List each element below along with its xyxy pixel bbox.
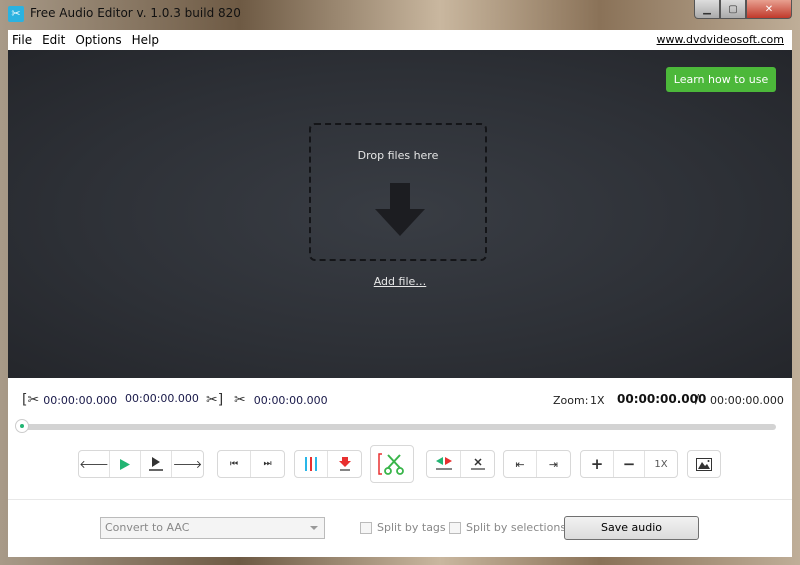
- move-selection-icon: [435, 457, 452, 470]
- minimize-button[interactable]: ▁: [694, 0, 720, 19]
- zoom-out-icon: −: [622, 455, 636, 473]
- split-by-tags-option[interactable]: Split by tags: [360, 521, 446, 534]
- delete-selection-icon: [470, 458, 485, 470]
- cut-button[interactable]: [370, 445, 414, 483]
- zoom-reset-label: 1X: [654, 458, 668, 470]
- selection-start: [✂ 00:00:00.000: [22, 392, 117, 408]
- zoom-in-icon: +: [590, 455, 604, 473]
- window-frame: ✂ Free Audio Editor v. 1.0.3 build 820 ▁…: [0, 0, 800, 565]
- title-bar: ✂ Free Audio Editor v. 1.0.3 build 820 ▁…: [0, 0, 800, 28]
- zoom-group: + − 1X: [580, 450, 678, 478]
- split-by-tags-checkbox[interactable]: [360, 521, 372, 534]
- learn-how-to-use-button[interactable]: Learn how to use: [666, 67, 776, 92]
- down-arrow-icon: [375, 183, 425, 236]
- close-button[interactable]: ✕: [746, 0, 792, 19]
- go-to-selection-start-button[interactable]: ⇤: [504, 451, 537, 477]
- zoom-label: Zoom:: [553, 394, 589, 407]
- selection-start-icon: [✂: [22, 392, 40, 408]
- zoom-reset-button[interactable]: 1X: [645, 451, 677, 477]
- skip-to-start-button[interactable]: ⏮: [218, 451, 251, 477]
- split-by-selections-label: Split by selections: [466, 521, 567, 534]
- app-client: File Edit Options Help www.dvdvideosoft.…: [8, 30, 792, 557]
- drop-workspace: Learn how to use Drop files here Add fil…: [8, 50, 792, 378]
- split-by-selections-option[interactable]: Split by selections: [449, 521, 566, 534]
- delete-selection-button[interactable]: [461, 451, 494, 477]
- zoom-in-button[interactable]: +: [581, 451, 614, 477]
- selection-end-marker: ✂]: [206, 392, 223, 408]
- play-selection-icon: [149, 457, 163, 471]
- playback-group: 🡐 🡒: [78, 450, 204, 478]
- go-to-selection-end-icon: ⇥: [548, 457, 559, 471]
- save-audio-button[interactable]: Save audio: [564, 516, 699, 540]
- scissors-icon: ✂: [8, 6, 24, 22]
- split-by-tags-label: Split by tags: [377, 521, 446, 534]
- output-format-value: Convert to AAC: [105, 521, 190, 534]
- chevron-down-icon: [310, 526, 318, 530]
- selection-length: ✂ 00:00:00.000: [234, 392, 328, 408]
- selection-end-time: 00:00:00.000: [125, 392, 199, 405]
- footer-divider: [8, 499, 792, 500]
- position-slider[interactable]: [20, 424, 776, 430]
- edit-group: [426, 450, 495, 478]
- add-file-link[interactable]: Add file…: [8, 275, 792, 288]
- move-selection-button[interactable]: [427, 451, 461, 477]
- selection-bounds-group: ⇤ ⇥: [503, 450, 571, 478]
- drop-files-label: Drop files here: [357, 149, 439, 162]
- selection-end: 00:00:00.000: [125, 392, 199, 405]
- insert-marker-button[interactable]: [328, 451, 361, 477]
- go-to-selection-start-icon: ⇤: [515, 457, 525, 471]
- go-to-selection-end-button[interactable]: ⇥: [537, 451, 570, 477]
- navigation-group: ⏮ ⏭: [217, 450, 285, 478]
- website-link[interactable]: www.dvdvideosoft.com: [657, 33, 784, 46]
- image-button[interactable]: [688, 451, 720, 477]
- timeline-panel: [✂ 00:00:00.000 00:00:00.000 ✂] ✂ 00:00:…: [8, 378, 792, 557]
- zoom-value: 1X: [590, 394, 605, 407]
- forward-button[interactable]: 🡒: [172, 451, 203, 477]
- markers-group: [294, 450, 362, 478]
- maximize-icon: ▢: [728, 3, 738, 15]
- play-button[interactable]: [110, 451, 141, 477]
- skip-to-end-button[interactable]: ⏭: [251, 451, 284, 477]
- split-markers-button[interactable]: [295, 451, 328, 477]
- selection-length-icon: ✂: [234, 392, 246, 408]
- close-icon: ✕: [764, 3, 774, 15]
- image-group: [687, 450, 721, 478]
- back-icon: 🡐: [79, 458, 109, 471]
- drop-zone[interactable]: Drop files here: [309, 123, 487, 261]
- insert-marker-icon: [338, 457, 351, 471]
- window-title: Free Audio Editor v. 1.0.3 build 820: [30, 6, 241, 20]
- maximize-button[interactable]: ▢: [720, 0, 746, 19]
- play-icon: [120, 458, 130, 470]
- cut-icon: [378, 453, 404, 475]
- skip-to-end-icon: ⏭: [263, 459, 272, 469]
- menu-options[interactable]: Options: [70, 33, 126, 47]
- window-controls: ▁ ▢ ✕: [694, 0, 792, 20]
- forward-icon: 🡒: [172, 458, 203, 471]
- menu-file[interactable]: File: [8, 33, 37, 47]
- time-separator: /: [695, 392, 700, 406]
- split-markers-icon: [305, 457, 317, 471]
- zoom-out-button[interactable]: −: [614, 451, 645, 477]
- menu-edit[interactable]: Edit: [37, 33, 70, 47]
- current-time: 00:00:00.000: [617, 392, 707, 406]
- skip-to-start-icon: ⏮: [229, 459, 239, 469]
- back-button[interactable]: 🡐: [79, 451, 110, 477]
- menu-bar: File Edit Options Help www.dvdvideosoft.…: [8, 30, 792, 50]
- selection-end-icon: ✂]: [206, 392, 224, 408]
- split-by-selections-checkbox[interactable]: [449, 521, 461, 534]
- selection-start-time: 00:00:00.000: [43, 393, 118, 407]
- play-selection-button[interactable]: [141, 451, 172, 477]
- minimize-icon: ▁: [703, 3, 711, 15]
- menu-help[interactable]: Help: [127, 33, 164, 47]
- total-time: 00:00:00.000: [710, 394, 784, 407]
- output-format-select[interactable]: Convert to AAC: [100, 517, 325, 539]
- selection-length-time: 00:00:00.000: [253, 393, 328, 407]
- image-icon: [696, 457, 712, 471]
- slider-handle[interactable]: [15, 419, 29, 433]
